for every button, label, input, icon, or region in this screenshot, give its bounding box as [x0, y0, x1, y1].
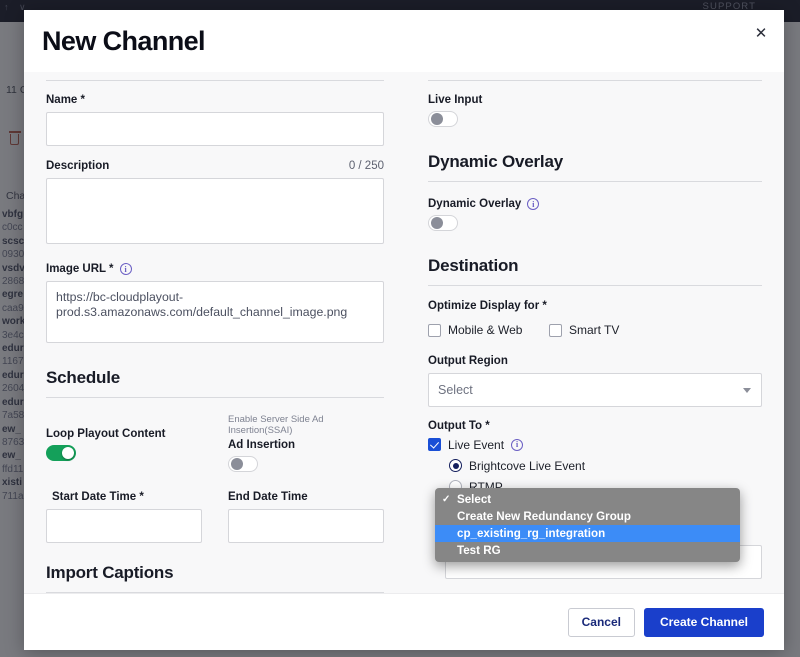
info-icon[interactable]: i	[527, 198, 539, 210]
dropdown-option-label: Test RG	[457, 544, 501, 557]
live-input-toggle[interactable]	[428, 111, 458, 127]
radio-brightcove-live-event[interactable]: Brightcove Live Event	[449, 459, 762, 473]
checkbox-label: Mobile & Web	[448, 323, 522, 337]
loop-playout-label: Loop Playout Content	[46, 428, 202, 440]
schedule-divider	[46, 397, 384, 398]
radio-button[interactable]	[449, 459, 462, 472]
checkbox-smart-tv[interactable]: Smart TV	[549, 323, 619, 337]
ad-insertion-label-text: Ad Insertion	[228, 439, 295, 451]
radio-label: Brightcove Live Event	[469, 459, 585, 473]
start-date-label-text: Start Date Time *	[52, 491, 144, 503]
description-counter: 0 / 250	[349, 160, 384, 172]
date-fields: Start Date Time * End Date Time	[46, 491, 384, 543]
dropdown-option[interactable]: Test RG	[435, 542, 740, 559]
end-date-group: End Date Time	[228, 491, 384, 543]
check-icon: ✓	[442, 491, 450, 508]
dropdown-option[interactable]: ✓ Select	[435, 491, 740, 508]
dynamic-overlay-label: Dynamic Overlay i	[428, 198, 762, 210]
dropdown-option-label: cp_existing_rg_integration	[457, 527, 605, 540]
name-label-text: Name *	[46, 94, 85, 106]
checkbox-box[interactable]	[428, 324, 441, 337]
loop-playout-group: Loop Playout Content	[46, 414, 202, 477]
dynamic-overlay-divider	[428, 181, 762, 182]
destination-section-title: Destination	[428, 256, 762, 276]
end-date-label-text: End Date Time	[228, 491, 308, 503]
schedule-section-title: Schedule	[46, 368, 384, 388]
page-title: New Channel	[42, 26, 205, 57]
output-region-label-text: Output Region	[428, 355, 508, 367]
dynamic-overlay-label-text: Dynamic Overlay	[428, 198, 521, 210]
cancel-button[interactable]: Cancel	[568, 608, 635, 637]
loop-playout-toggle[interactable]	[46, 445, 76, 461]
output-to-label-text: Output To *	[428, 420, 490, 432]
import-captions-section-title: Import Captions	[46, 563, 384, 583]
output-region-label: Output Region	[428, 355, 762, 367]
start-date-group: Start Date Time *	[46, 491, 202, 543]
optimize-display-label-text: Optimize Display for *	[428, 300, 547, 312]
checkbox-mobile-web[interactable]: Mobile & Web	[428, 323, 522, 337]
ad-insertion-group: Enable Server Side Ad Insertion(SSAI) Ad…	[228, 414, 384, 477]
checkbox-box[interactable]	[549, 324, 562, 337]
create-channel-button[interactable]: Create Channel	[644, 608, 764, 637]
close-icon[interactable]: ✕	[751, 23, 771, 43]
dropdown-option-label: Create New Redundancy Group	[457, 510, 631, 523]
info-icon[interactable]: i	[120, 263, 132, 275]
end-date-label: End Date Time	[228, 491, 384, 503]
checkbox-label: Live Event	[448, 438, 504, 452]
modal-header: New Channel ✕	[24, 10, 784, 72]
live-input-label-text: Live Input	[428, 94, 482, 106]
description-label: Description 0 / 250	[46, 160, 384, 172]
start-date-input[interactable]	[46, 509, 202, 543]
description-textarea[interactable]	[46, 178, 384, 244]
ad-insertion-toggle[interactable]	[228, 456, 258, 472]
right-top-divider	[428, 80, 762, 81]
left-top-divider	[46, 80, 384, 81]
description-label-text: Description	[46, 160, 109, 172]
dynamic-overlay-group: Dynamic Overlay i	[428, 198, 762, 236]
start-date-label: Start Date Time *	[46, 491, 202, 503]
checkbox-live-event[interactable]: Live Event i	[428, 438, 762, 452]
name-label: Name *	[46, 94, 384, 106]
info-icon[interactable]: i	[511, 439, 523, 451]
live-input-label: Live Input	[428, 94, 762, 106]
dynamic-overlay-toggle[interactable]	[428, 215, 458, 231]
dynamic-overlay-section-title: Dynamic Overlay	[428, 152, 762, 172]
modal-footer: Cancel Create Channel	[24, 593, 784, 650]
checkbox-box[interactable]	[428, 438, 441, 451]
dropdown-option[interactable]: Create New Redundancy Group	[435, 508, 740, 525]
optimize-display-options: Mobile & Web Smart TV	[428, 316, 762, 342]
output-to-label: Output To *	[428, 420, 762, 432]
checkbox-label: Smart TV	[569, 323, 619, 337]
image-url-label: Image URL * i	[46, 263, 384, 275]
output-region-select[interactable]: Select	[428, 373, 762, 407]
optimize-display-label: Optimize Display for *	[428, 300, 762, 312]
left-column: Name * Description 0 / 250 Image URL * i…	[24, 72, 406, 593]
name-input[interactable]	[46, 112, 384, 146]
dropdown-option-label: Select	[457, 493, 491, 506]
ad-insertion-label: Ad Insertion	[228, 439, 384, 451]
dropdown-option[interactable]: cp_existing_rg_integration	[435, 525, 740, 542]
loop-playout-label-text: Loop Playout Content	[46, 428, 165, 440]
redundancy-group-dropdown-menu[interactable]: ✓ Select Create New Redundancy Group cp_exi…	[435, 488, 740, 562]
image-url-label-text: Image URL *	[46, 263, 114, 275]
ad-insertion-hint: Enable Server Side Ad Insertion(SSAI)	[228, 414, 384, 436]
output-region-value: Select	[438, 383, 473, 397]
destination-divider	[428, 285, 762, 286]
chevron-down-icon	[743, 388, 751, 393]
schedule-toggles: Loop Playout Content Enable Server Side …	[46, 414, 384, 477]
image-url-textarea[interactable]: https://bc-cloudplayout-prod.s3.amazonaw…	[46, 281, 384, 343]
end-date-input[interactable]	[228, 509, 384, 543]
